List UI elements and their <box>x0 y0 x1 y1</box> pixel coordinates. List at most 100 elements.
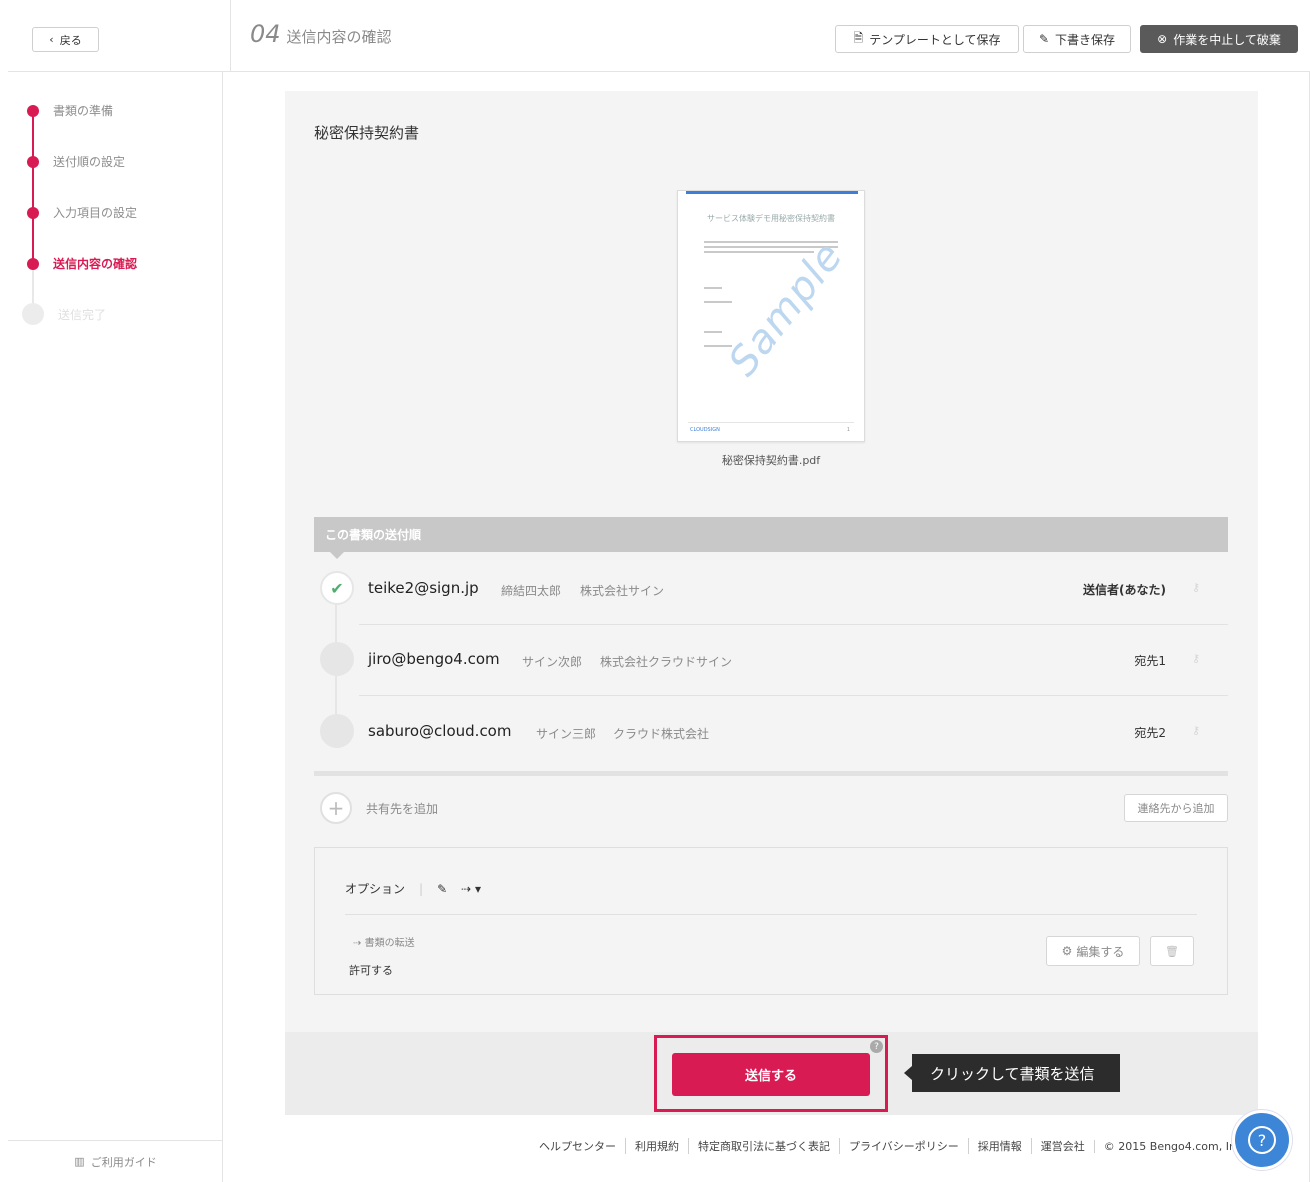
key-icon[interactable]: ⚷ <box>1192 724 1200 737</box>
recipient-email: jiro@bengo4.com <box>368 650 500 668</box>
save-template-button[interactable]: 🗎 テンプレートとして保存 <box>835 25 1019 53</box>
step-title: 送信内容の確認 <box>286 28 392 46</box>
recipient-row: ✔ teike2@sign.jp 締結四太郎 株式会社サイン 送信者(あなた) … <box>314 553 1228 625</box>
recipient-email: saburo@cloud.com <box>368 722 512 740</box>
step-label: 送付順の設定 <box>53 155 126 169</box>
edit-label: 編集する <box>1076 944 1125 959</box>
preview-footer-line <box>688 422 854 423</box>
forwarding-value: 許可する <box>349 964 393 977</box>
sidebar-step-order: 送付順の設定 <box>27 153 126 170</box>
document-filename: 秘密保持契約書.pdf <box>721 454 821 467</box>
forwarding-label: ⇢ 書類の転送 <box>353 934 415 949</box>
save-draft-label: 下書き保存 <box>1055 32 1116 47</box>
help-icon[interactable]: ? <box>870 1040 883 1053</box>
footer-links: ヘルプセンター 利用規約 特定商取引法に基づく表記 プライバシーポリシー 採用情… <box>530 1138 1255 1154</box>
trash-icon: 🗑 <box>1165 944 1179 958</box>
sidebar-step-fields: 入力項目の設定 <box>27 204 138 221</box>
send-button[interactable]: 送信する <box>672 1053 870 1096</box>
usage-guide-link[interactable]: ▥ ご利用ガイド <box>8 1140 223 1182</box>
recipient-company: 株式会社クラウドサイン <box>600 655 733 669</box>
footer-link-company[interactable]: 運営会社 <box>1030 1138 1094 1154</box>
preview-heading: サービス体験デモ用秘密保持契約書 <box>707 214 835 223</box>
gear-icon: ⚙ <box>1061 944 1073 958</box>
document-preview[interactable]: サービス体験デモ用秘密保持契約書 Sample CLOUDSIGN 1 <box>677 190 865 442</box>
preview-page-number: 1 <box>846 427 850 433</box>
step-dot <box>27 155 39 168</box>
help-fab-button[interactable]: ? <box>1232 1110 1292 1170</box>
forwarding-label-text: 書類の転送 <box>364 938 415 949</box>
preview-line <box>704 287 722 289</box>
options-divider <box>345 914 1197 915</box>
divider: | <box>419 881 424 896</box>
sidebar-step-complete: 送信完了 <box>22 303 107 325</box>
back-label: 戻る <box>59 33 82 47</box>
document-icon: 🗎 <box>853 30 864 45</box>
book-icon: ▥ <box>74 1155 85 1168</box>
chevron-left-icon: ‹ <box>49 33 54 46</box>
edit-option-button[interactable]: ⚙ 編集する <box>1046 936 1140 966</box>
preview-line <box>704 301 732 303</box>
options-box: オプション | ✎ ⇢ ▾ ⇢ 書類の転送 許可する ⚙ 編集する 🗑 <box>314 847 1228 995</box>
add-share-button[interactable]: + 共有先を追加 <box>320 792 438 824</box>
back-button[interactable]: ‹ 戻る <box>32 27 99 52</box>
page-title: 04 送信内容の確認 <box>250 20 392 48</box>
footer-link-careers[interactable]: 採用情報 <box>967 1138 1031 1154</box>
step-dot <box>27 104 39 117</box>
edit-icon: ✎ <box>1038 32 1050 46</box>
footer-link-privacy[interactable]: プライバシーポリシー <box>839 1138 968 1154</box>
plus-icon: + <box>320 792 352 824</box>
footer-link-help[interactable]: ヘルプセンター <box>530 1138 625 1154</box>
preview-line <box>704 331 722 333</box>
key-icon[interactable]: ⚷ <box>1192 581 1200 594</box>
document-title: 秘密保持契約書 <box>314 124 420 142</box>
step-dot <box>22 303 44 325</box>
key-icon[interactable]: ⚷ <box>1192 652 1200 665</box>
footer-copyright: © 2015 Bengo4.com, Inc. <box>1093 1139 1255 1153</box>
forward-icon: ⇢ <box>353 938 362 949</box>
send-order-heading-label: この書類の送付順 <box>325 528 422 542</box>
footer-link-terms[interactable]: 利用規約 <box>625 1138 688 1154</box>
footer-link-commerce[interactable]: 特定商取引法に基づく表記 <box>688 1138 839 1154</box>
step-number: 04 <box>250 20 281 48</box>
step-dot <box>27 206 39 219</box>
recipient-company: クラウド株式会社 <box>613 727 710 741</box>
sample-watermark: Sample <box>719 233 853 385</box>
recipient-name: 締結四太郎 <box>501 584 562 598</box>
step-label: 送信内容の確認 <box>53 257 138 271</box>
add-share-label: 共有先を追加 <box>366 801 439 816</box>
step-label: 送信完了 <box>58 307 107 322</box>
cloudsign-logo: CLOUDSIGN <box>690 427 720 433</box>
recipient-role: 送信者(あなた) <box>1083 583 1166 597</box>
header-divider <box>230 0 231 72</box>
top-header: ‹ 戻る 04 送信内容の確認 🗎 テンプレートとして保存 ✎ 下書き保存 ⊗ … <box>8 0 1310 72</box>
section-divider <box>314 771 1228 776</box>
step-label: 入力項目の設定 <box>53 206 138 220</box>
step-label: 書類の準備 <box>53 104 114 118</box>
sidebar <box>8 72 223 1182</box>
add-from-contacts-button[interactable]: 連絡先から追加 <box>1124 794 1228 822</box>
guide-label: ご利用ガイド <box>90 1155 157 1169</box>
pencil-icon[interactable]: ✎ <box>437 882 447 896</box>
sidebar-step-confirm: 送信内容の確認 <box>27 255 138 272</box>
forward-dropdown-icon[interactable]: ⇢ ▾ <box>461 882 481 896</box>
sidebar-step-prepare: 書類の準備 <box>27 102 114 119</box>
abort-button[interactable]: ⊗ 作業を中止して破棄 <box>1140 25 1298 53</box>
close-circle-icon: ⊗ <box>1157 32 1168 46</box>
progress-line <box>32 110 34 262</box>
options-title: オプション <box>345 882 406 896</box>
recipient-email: teike2@sign.jp <box>368 579 479 597</box>
recipient-name: サイン次郎 <box>522 655 583 669</box>
save-draft-button[interactable]: ✎ 下書き保存 <box>1023 25 1131 53</box>
send-tooltip: クリックして書類を送信 <box>904 1054 1120 1092</box>
question-icon: ? <box>1248 1126 1276 1154</box>
recipient-name: サイン三郎 <box>536 727 597 741</box>
recipient-row: jiro@bengo4.com サイン次郎 株式会社クラウドサイン 宛先1 ⚷ <box>314 624 1228 696</box>
abort-label: 作業を中止して破棄 <box>1173 32 1281 47</box>
preview-line <box>704 251 814 253</box>
pending-circle-icon <box>320 642 354 676</box>
recipient-role: 宛先2 <box>1134 726 1166 740</box>
pending-circle-icon <box>320 714 354 748</box>
delete-option-button[interactable]: 🗑 <box>1150 936 1194 966</box>
step-dot <box>27 257 39 270</box>
preview-top-bar <box>686 191 858 194</box>
